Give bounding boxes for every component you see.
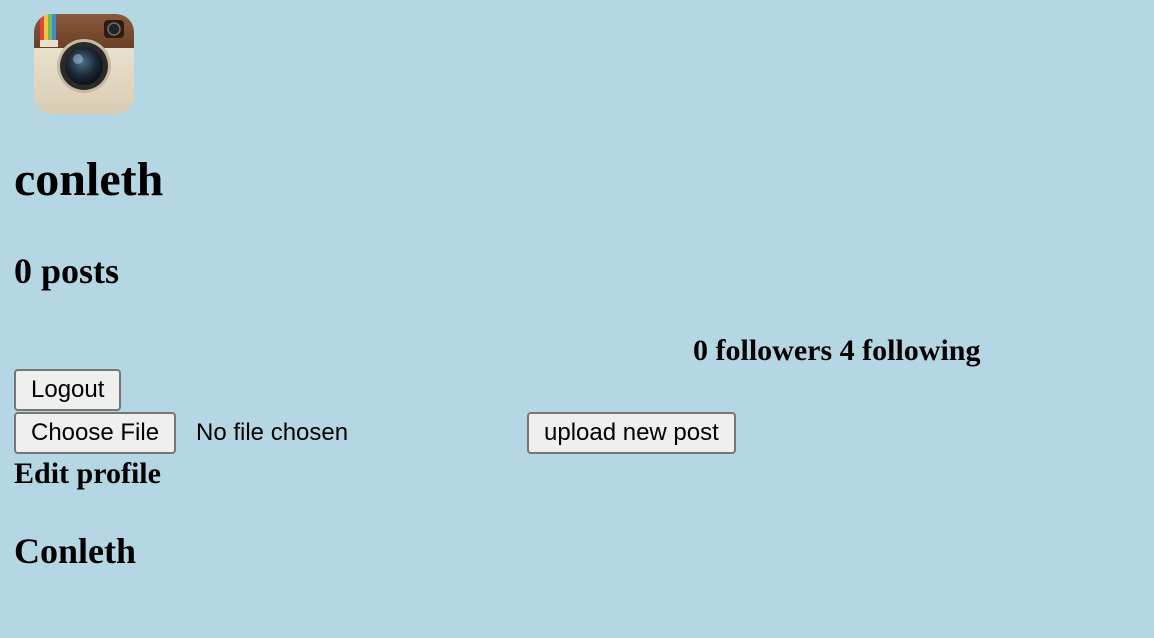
username-heading: conleth xyxy=(14,153,164,206)
profile-page: conleth 0 posts 0 followers 4 following … xyxy=(0,0,1154,638)
choose-file-button[interactable]: Choose File xyxy=(14,412,177,454)
upload-post-button[interactable]: upload new post xyxy=(527,412,736,454)
logout-button[interactable]: Logout xyxy=(14,369,122,411)
display-name: Conleth xyxy=(14,531,137,571)
instagram-logo-icon xyxy=(34,14,134,114)
file-status-text: No file chosen xyxy=(196,419,349,446)
follow-stats: 0 followers 4 following xyxy=(693,334,981,367)
posts-count: 0 posts xyxy=(14,251,120,291)
edit-profile-link[interactable]: Edit profile xyxy=(14,457,161,491)
